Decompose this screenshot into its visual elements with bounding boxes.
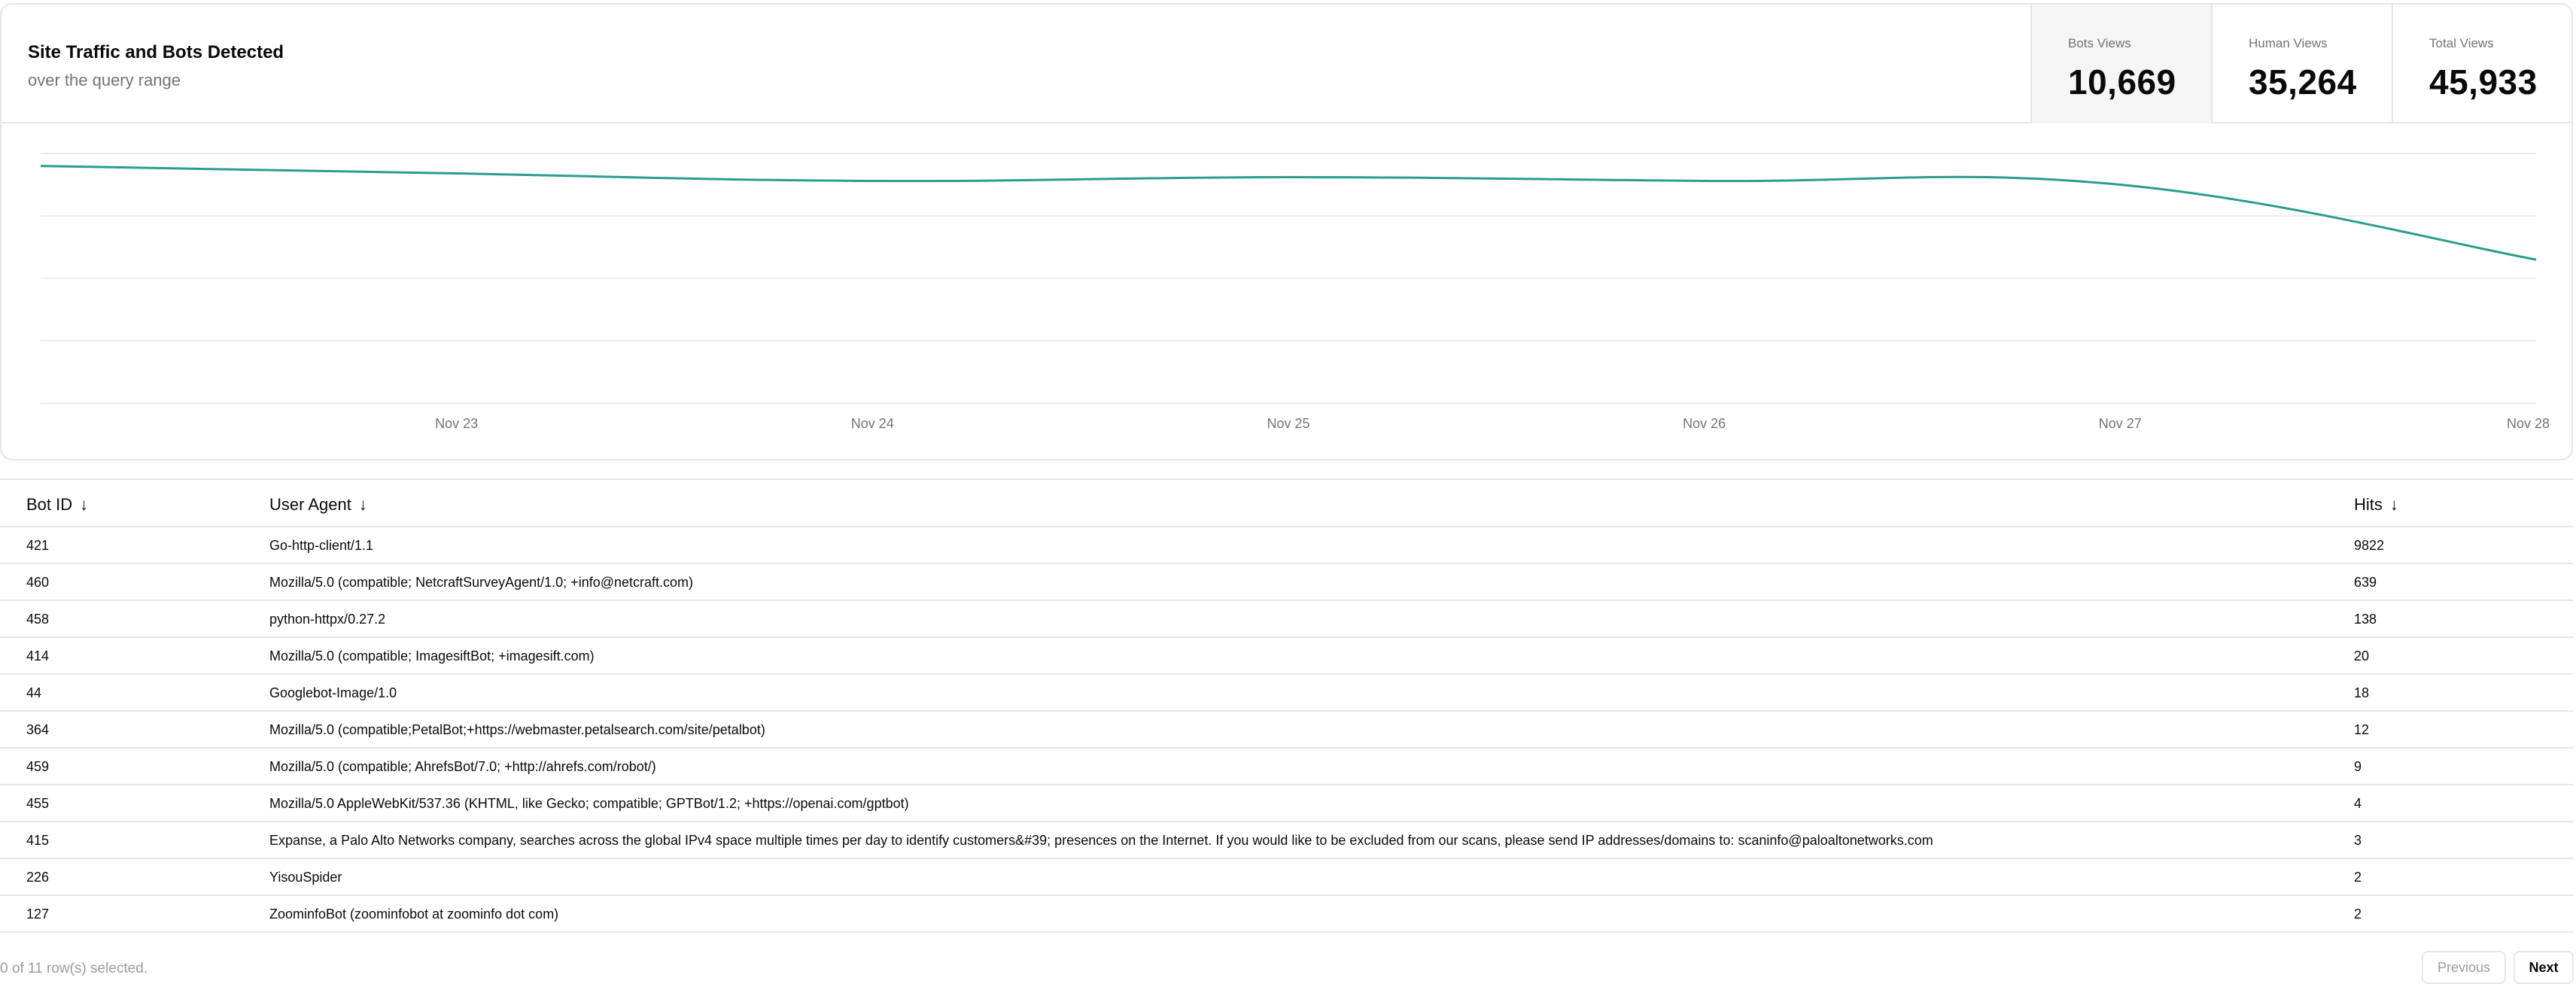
stat-label: Total Views bbox=[2429, 36, 2494, 50]
header-label: Bot ID bbox=[26, 495, 73, 514]
table-row[interactable]: 414 Mozilla/5.0 (compatible; ImagesiftBo… bbox=[0, 638, 2573, 675]
card-subtitle: over the query range bbox=[28, 71, 181, 90]
cell-bot-id: 44 bbox=[26, 685, 42, 700]
cell-bot-id: 460 bbox=[26, 575, 50, 590]
cell-user-agent: YisouSpider bbox=[269, 870, 342, 885]
cell-hits: 2 bbox=[2354, 907, 2362, 922]
stat-total-views[interactable]: Total Views 45,933 bbox=[2392, 5, 2571, 123]
cell-user-agent: Expanse, a Palo Alto Networks company, s… bbox=[269, 833, 1933, 848]
card-header: Site Traffic and Bots Detected over the … bbox=[2, 5, 2571, 123]
arrow-down-icon: ↓ bbox=[358, 495, 367, 514]
stat-label: Bots Views bbox=[2068, 36, 2131, 50]
cell-user-agent: ZoominfoBot (zoominfobot at zoominfo dot… bbox=[269, 907, 559, 922]
cell-user-agent: Mozilla/5.0 (compatible;PetalBot;+https:… bbox=[269, 722, 765, 737]
cell-bot-id: 127 bbox=[26, 907, 50, 922]
table-row[interactable]: 455 Mozilla/5.0 AppleWebKit/537.36 (KHTM… bbox=[0, 785, 2573, 822]
cell-user-agent: Go-http-client/1.1 bbox=[269, 538, 374, 553]
selection-status: 0 of 11 row(s) selected. bbox=[0, 961, 148, 976]
x-tick-label: Nov 27 bbox=[2099, 416, 2142, 431]
cell-bot-id: 458 bbox=[26, 612, 50, 627]
cell-hits: 12 bbox=[2354, 722, 2370, 737]
card-title: Site Traffic and Bots Detected bbox=[28, 42, 284, 62]
header-label: Hits bbox=[2354, 495, 2383, 514]
x-tick-label: Nov 25 bbox=[1267, 416, 1309, 431]
cell-user-agent: Mozilla/5.0 (compatible; AhrefsBot/7.0; … bbox=[269, 759, 656, 774]
table-row[interactable]: 460 Mozilla/5.0 (compatible; NetcraftSur… bbox=[0, 564, 2573, 601]
x-tick-label: Nov 26 bbox=[1683, 416, 1726, 431]
cell-bot-id: 364 bbox=[26, 722, 50, 737]
cell-user-agent: Googlebot-Image/1.0 bbox=[269, 685, 397, 700]
cell-hits: 639 bbox=[2354, 575, 2377, 590]
table-row[interactable]: 421 Go-http-client/1.1 9822 bbox=[0, 527, 2573, 564]
cell-hits: 18 bbox=[2354, 685, 2370, 700]
cell-hits: 2 bbox=[2354, 870, 2362, 885]
table-header: Bot ID ↓ User Agent ↓ Hits ↓ bbox=[0, 480, 2573, 527]
cell-bot-id: 421 bbox=[26, 538, 50, 553]
cell-hits: 138 bbox=[2354, 612, 2377, 627]
table-row[interactable]: 226 YisouSpider 2 bbox=[0, 859, 2573, 896]
table-row[interactable]: 127 ZoominfoBot (zoominfobot at zoominfo… bbox=[0, 896, 2573, 933]
stat-value: 35,264 bbox=[2249, 62, 2357, 102]
arrow-down-icon: ↓ bbox=[80, 495, 89, 514]
stat-value: 10,669 bbox=[2068, 62, 2176, 102]
series-line bbox=[40, 165, 2537, 261]
stat-human-views[interactable]: Human Views 35,264 bbox=[2211, 5, 2392, 123]
cell-user-agent: Mozilla/5.0 (compatible; ImagesiftBot; +… bbox=[269, 648, 595, 664]
previous-button[interactable]: Previous bbox=[2422, 951, 2506, 984]
cell-hits: 20 bbox=[2354, 648, 2370, 664]
cell-user-agent: Mozilla/5.0 (compatible; NetcraftSurveyA… bbox=[269, 575, 694, 590]
table-row[interactable]: 364 Mozilla/5.0 (compatible;PetalBot;+ht… bbox=[0, 712, 2573, 749]
stat-bots-views[interactable]: Bots Views 10,669 bbox=[2030, 5, 2211, 123]
cell-bot-id: 455 bbox=[26, 796, 50, 811]
table-row[interactable]: 459 Mozilla/5.0 (compatible; AhrefsBot/7… bbox=[0, 749, 2573, 785]
cell-bot-id: 226 bbox=[26, 870, 50, 885]
traffic-line-chart: Nov 23 Nov 24 Nov 25 Nov 26 Nov 27 Nov 28 bbox=[40, 153, 2550, 431]
cell-user-agent: Mozilla/5.0 AppleWebKit/537.36 (KHTML, l… bbox=[269, 796, 909, 811]
x-tick-label: Nov 24 bbox=[851, 416, 894, 431]
traffic-card: Site Traffic and Bots Detected over the … bbox=[0, 3, 2573, 460]
table-row[interactable]: 44 Googlebot-Image/1.0 18 bbox=[0, 675, 2573, 712]
cell-user-agent: python-httpx/0.27.2 bbox=[269, 612, 386, 627]
next-button[interactable]: Next bbox=[2514, 951, 2574, 984]
stat-value: 45,933 bbox=[2429, 62, 2538, 102]
header-hits[interactable]: Hits ↓ bbox=[2354, 495, 2398, 515]
cell-hits: 9822 bbox=[2354, 538, 2385, 553]
cell-bot-id: 415 bbox=[26, 833, 50, 848]
header-bot-id[interactable]: Bot ID ↓ bbox=[26, 495, 88, 515]
header-label: User Agent bbox=[269, 495, 351, 514]
header-user-agent[interactable]: User Agent ↓ bbox=[269, 495, 367, 515]
cell-bot-id: 459 bbox=[26, 759, 50, 774]
arrow-down-icon: ↓ bbox=[2389, 495, 2398, 514]
stat-label: Human Views bbox=[2249, 36, 2328, 50]
cell-bot-id: 414 bbox=[26, 648, 50, 664]
table-row[interactable]: 458 python-httpx/0.27.2 138 bbox=[0, 601, 2573, 638]
cell-hits: 3 bbox=[2354, 833, 2362, 848]
table-row[interactable]: 415 Expanse, a Palo Alto Networks compan… bbox=[0, 822, 2573, 859]
x-tick-label: Nov 28 bbox=[2507, 416, 2550, 431]
cell-hits: 4 bbox=[2354, 796, 2362, 811]
x-tick-label: Nov 23 bbox=[435, 416, 478, 431]
cell-hits: 9 bbox=[2354, 759, 2362, 774]
bots-table: Bot ID ↓ User Agent ↓ Hits ↓ 421 Go-http… bbox=[0, 478, 2573, 933]
